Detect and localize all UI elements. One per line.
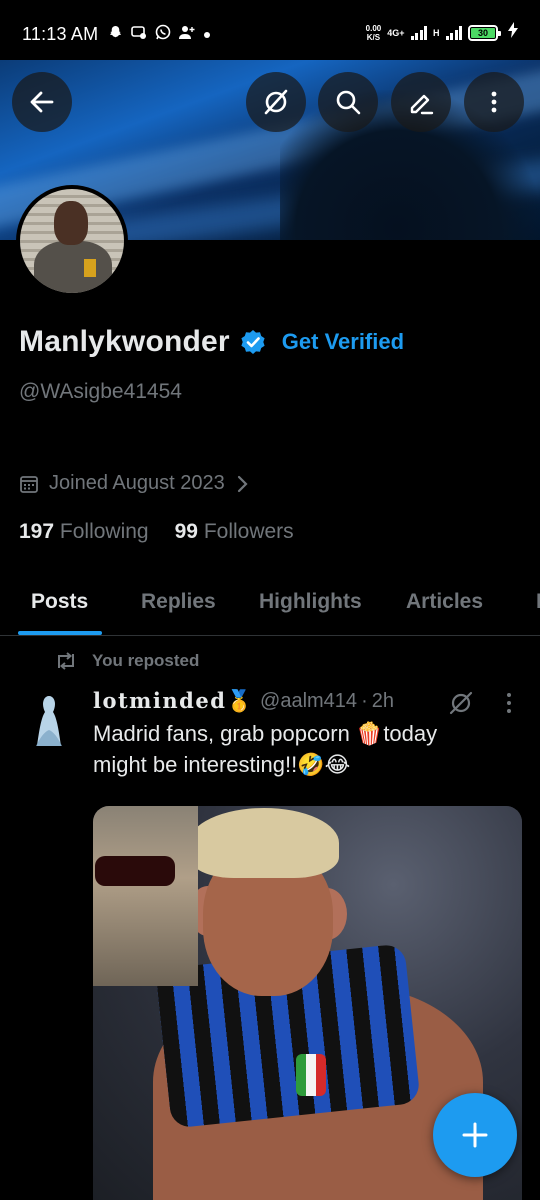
add-person-icon: [179, 25, 195, 44]
chevron-right-icon: [237, 475, 248, 492]
status-time: 11:13 AM: [22, 24, 99, 44]
more-vertical-icon: [491, 91, 497, 113]
following-link[interactable]: 197 Following: [19, 520, 149, 544]
system-status: 0.00 K/S 4G+ H 30: [366, 22, 518, 43]
calendar-icon: [20, 475, 38, 493]
network-type-1: 4G+: [387, 27, 405, 38]
edit-profile-button[interactable]: [391, 72, 451, 132]
post-text-line-2: might be interesting!!🤣😂: [93, 752, 351, 777]
verified-badge-icon: [241, 330, 265, 354]
battery-level: 30: [471, 27, 495, 38]
tab-articles[interactable]: Articles: [406, 590, 483, 614]
post-text: Madrid fans, grab popcorn 🍿today might b…: [93, 718, 513, 780]
follow-stats: 197 Following 99 Followers: [19, 520, 294, 544]
get-verified-link[interactable]: Get Verified: [282, 329, 404, 355]
profile-name-row: Manlykwonder Get Verified: [19, 325, 404, 359]
post-separator: ·: [361, 689, 368, 712]
active-tab-indicator: [18, 631, 102, 635]
profile-avatar[interactable]: [16, 185, 128, 297]
post-more-icon[interactable]: [500, 690, 518, 716]
signal-bars-1-icon: [410, 25, 427, 40]
post-text-line-1: Madrid fans, grab popcorn 🍿today: [93, 721, 438, 746]
profile-name: Manlykwonder: [19, 325, 230, 358]
grok-icon: [264, 89, 288, 115]
compose-post-button[interactable]: [433, 1093, 517, 1177]
joined-date: Joined August 2023: [49, 472, 225, 494]
charging-icon: [508, 22, 518, 43]
notification-icons: [108, 24, 211, 44]
battery-icon: 30: [468, 24, 501, 41]
edit-icon: [410, 94, 434, 115]
network-speed-value: 0.00: [365, 23, 382, 33]
followers-count: 99: [174, 520, 198, 543]
followers-label: Followers: [203, 520, 294, 543]
repost-label: You reposted: [92, 651, 200, 670]
profile-handle: @WAsigbe41454: [19, 380, 182, 403]
dot-icon: [203, 26, 211, 43]
network-type-2: H: [433, 27, 440, 38]
network-speed: 0.00 K/S: [366, 24, 382, 42]
post-grok-icon[interactable]: [448, 690, 474, 716]
message-icon: [131, 25, 147, 44]
repost-icon: [58, 652, 74, 670]
signal-bars-2-icon: [445, 25, 462, 40]
post-author-handle[interactable]: @aalm414: [260, 690, 357, 713]
search-icon: [336, 90, 361, 115]
network-speed-unit: K/S: [366, 32, 381, 42]
tab-replies[interactable]: Replies: [141, 590, 216, 614]
post-time: 2h: [371, 689, 394, 712]
following-label: Following: [59, 520, 149, 543]
repost-indicator: You reposted: [54, 651, 199, 671]
followers-link[interactable]: 99 Followers: [175, 520, 294, 544]
tab-highlights[interactable]: Highlights: [259, 590, 362, 614]
joined-date-row[interactable]: Joined August 2023: [19, 472, 249, 495]
grok-button[interactable]: [246, 72, 306, 132]
back-button[interactable]: [12, 72, 72, 132]
status-bar: 11:13 AM 0.00 K/S 4G+ H 30: [0, 0, 540, 60]
search-button[interactable]: [318, 72, 378, 132]
post-author-avatar[interactable]: [24, 690, 74, 748]
avatar-image: [20, 189, 124, 293]
tab-posts[interactable]: Posts: [31, 590, 88, 614]
whatsapp-icon: [155, 24, 171, 44]
plus-icon: [462, 1122, 488, 1148]
following-count: 197: [19, 520, 55, 543]
post-author-name[interactable]: lotminded🥇: [93, 688, 254, 714]
back-arrow-icon: [30, 91, 54, 113]
profile-tabs: Posts Replies Highlights Articles M: [0, 570, 540, 636]
tab-media[interactable]: M: [536, 590, 540, 614]
snapchat-icon: [108, 25, 123, 44]
more-options-button[interactable]: [464, 72, 524, 132]
